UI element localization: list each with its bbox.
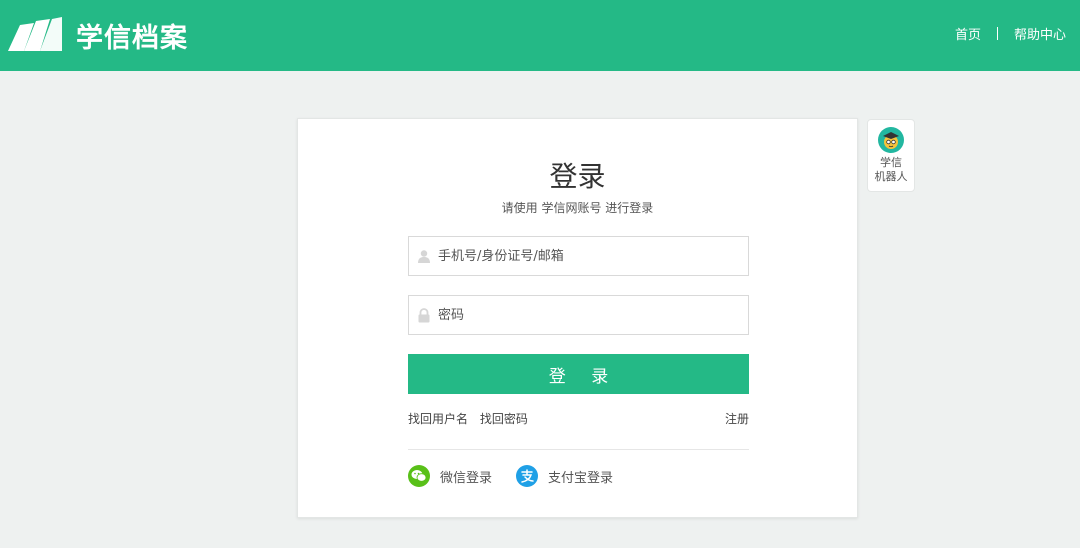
- book-logo-icon: [8, 17, 62, 51]
- nav-separator: [996, 27, 998, 40]
- top-nav: 首页 帮助中心: [955, 24, 1066, 43]
- password-input[interactable]: [438, 296, 748, 334]
- brand-name: 学信档案: [76, 22, 188, 54]
- find-password-link[interactable]: 找回密码: [480, 412, 528, 426]
- register-link[interactable]: 注册: [725, 410, 749, 427]
- nav-home-link[interactable]: 首页: [955, 24, 981, 43]
- password-field[interactable]: [408, 295, 749, 335]
- top-header: 学信档案 首页 帮助中心: [0, 0, 1080, 71]
- account-links: 找回用户名 找回密码 注册: [408, 410, 749, 427]
- alipay-login-label: 支付宝登录: [548, 470, 614, 486]
- username-input[interactable]: [438, 237, 748, 275]
- robot-label-line1: 学信: [880, 156, 902, 169]
- wechat-icon: [408, 465, 430, 487]
- nav-help-link[interactable]: 帮助中心: [1014, 24, 1066, 43]
- find-username-link[interactable]: 找回用户名: [408, 412, 468, 426]
- user-icon: [410, 249, 438, 263]
- login-button[interactable]: 登 录: [408, 354, 749, 394]
- wechat-login-label: 微信登录: [440, 470, 493, 486]
- login-card: 登录 请使用 学信网账号 进行登录 登 录 找回用户名 找回密码 注册: [297, 118, 858, 518]
- divider: [408, 449, 749, 450]
- lock-icon: [410, 307, 438, 323]
- wechat-login[interactable]: 微信登录: [408, 465, 492, 487]
- robot-assistant-button[interactable]: 学信 机器人: [867, 119, 915, 192]
- alipay-login[interactable]: 支付宝登录: [516, 465, 613, 487]
- login-subtitle: 请使用 学信网账号 进行登录: [501, 201, 654, 215]
- brand-logo[interactable]: 学信档案: [6, 15, 188, 55]
- login-title: 登录: [549, 160, 606, 193]
- robot-avatar-icon: [878, 127, 904, 153]
- username-field[interactable]: [408, 236, 749, 276]
- alipay-icon: [516, 465, 538, 487]
- robot-label-line2: 机器人: [874, 170, 908, 183]
